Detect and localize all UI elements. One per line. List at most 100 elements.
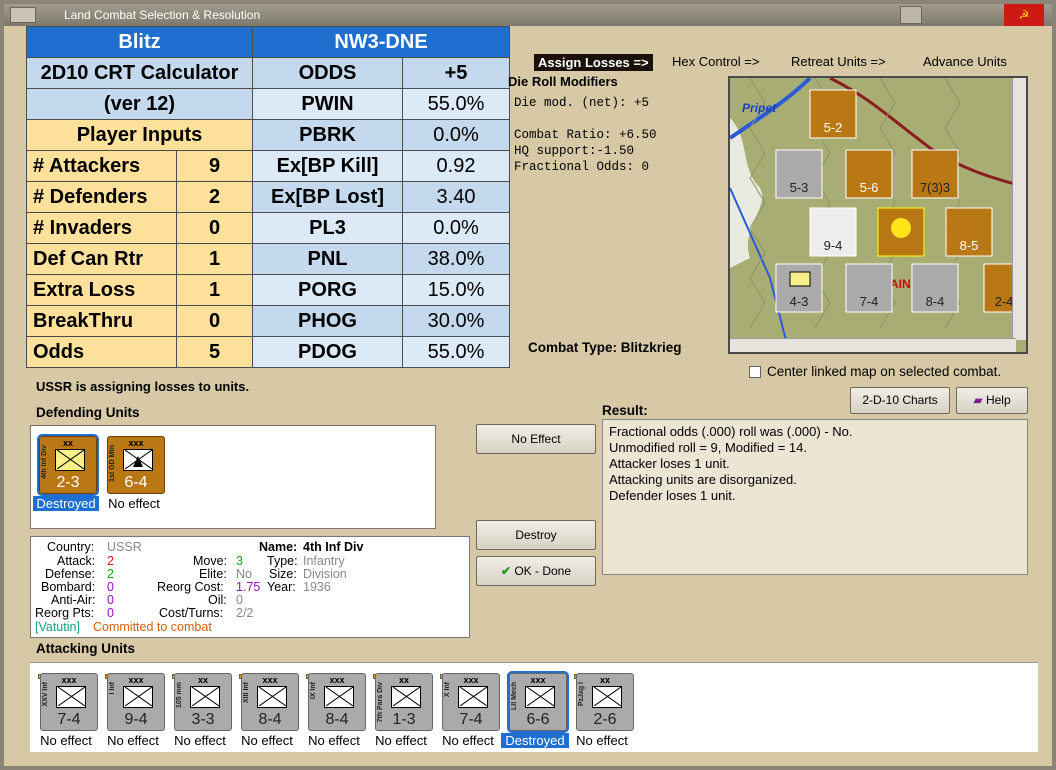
defender-unit-1[interactable]: xxx 1st GD Mtn 6-4 No effect [101,428,165,514]
hex-control-step[interactable]: Hex Control => [672,54,759,69]
info-reorgcost-value: 1.75 [236,580,261,594]
unit-strength: 2-6 [593,711,617,728]
charts-button[interactable]: 2-D-10 Charts [850,387,950,414]
map-unit-733[interactable]: 7(3)3 [911,149,959,199]
unit-counter: xxx X Inf 7-4 [442,673,500,731]
attacking-units-list: xxx XXV Inf 7-4 No effect xxx I Inf 9-4 No effe… [30,662,1038,752]
center-linked-checkbox[interactable] [749,366,761,379]
help-label: Help [985,393,1011,407]
unit-size: xxx [329,675,345,685]
help-button[interactable]: ▰ Help [956,387,1028,414]
map-horizontal-scrollbar[interactable] [730,338,1016,352]
input-value-attackers[interactable]: 9 [176,150,253,182]
map-unit-84[interactable]: 8-4 [911,263,959,313]
unit-status-dots-icon [574,667,588,679]
unit-name: X Inf [444,682,451,698]
unit-strength: 1-3 [392,711,416,728]
attacker-unit-8[interactable]: xx PzJag I 2-6 No effect [570,665,634,751]
info-oil-value: 0 [236,593,243,607]
unit-name: IX Inf [310,682,317,700]
input-value-def-can-rtr[interactable]: 1 [176,243,253,275]
info-antiair-key: Anti-Air: [51,593,96,607]
attacker-unit-5[interactable]: xx 7th Para Div 1-3 No effect [369,665,433,751]
input-value-extra-loss[interactable]: 1 [176,274,253,306]
map-unit-combat[interactable] [877,207,925,257]
map-vertical-scrollbar[interactable] [1012,78,1026,340]
attacker-unit-6[interactable]: xxx X Inf 7-4 No effect [436,665,500,751]
unit-counter: xxx XIII Inf 8-4 [241,673,299,731]
exbplost-value: 3.40 [402,181,510,213]
map-unit-52[interactable]: 5-2 [809,89,857,139]
input-label-extra-loss: Extra Loss [26,274,177,306]
info-year-key: Year: [267,580,296,594]
input-value-defenders[interactable]: 2 [176,181,253,213]
info-bombard-value: 0 [107,580,114,594]
input-label-attackers: # Attackers [26,150,177,182]
svg-text:5-2: 5-2 [824,120,843,135]
linked-minimap[interactable]: Pripet AIN 5-2 5-3 5-6 7(3)3 9-4 8-5 4-3… [728,76,1028,354]
attacker-unit-7[interactable]: xxx LII Mech 6-6 Destroyed [501,665,569,751]
map-unit-43[interactable]: 4-3 [775,263,823,313]
unit-strength: 9-4 [124,711,148,728]
unit-status-dots-icon [373,667,387,679]
system-menu-button[interactable] [10,7,36,23]
crt-inputs-table: # Attackers 9 Ex[BP Kill] 0.92 # Defende… [26,150,510,368]
attacker-unit-2[interactable]: xx 105 mm 3-3 No effect [168,665,232,751]
unit-status: No effect [576,733,628,748]
title-bar: Land Combat Selection & Resolution ☭ [4,4,1052,26]
attacker-unit-1[interactable]: xxx I Inf 9-4 No effect [101,665,165,751]
map-unit-53[interactable]: 5-3 [775,149,823,199]
center-linked-option[interactable]: Center linked map on selected combat. [749,364,1001,379]
porg-value: 15.0% [402,274,510,306]
minimize-button[interactable] [900,6,922,24]
info-antiair-value: 0 [107,593,114,607]
combat-window: Land Combat Selection & Resolution ☭ Bli… [0,0,1056,770]
attacker-unit-4[interactable]: xxx IX Inf 8-4 No effect [302,665,366,751]
unit-size: xxx [128,438,144,448]
map-unit-94[interactable]: 9-4 [809,207,857,257]
input-value-odds[interactable]: 5 [176,336,253,368]
info-cost-key: Cost/Turns: [159,606,224,620]
combat-ratio: Combat Ratio: +6.50 [514,128,657,142]
checkmark-icon: ✔ [500,564,515,578]
unit-strength: 8-4 [325,711,349,728]
calc-title-line1: 2D10 CRT Calculator [26,57,253,89]
result-line: Fractional odds (.000) roll was (.000) -… [609,424,853,439]
svg-text:8-5: 8-5 [960,238,979,253]
defender-unit-0[interactable]: xx 4th Inf Div 2-3 Destroyed [33,428,99,514]
die-roll-header: Die Roll Modifiers [508,74,618,89]
ok-done-button[interactable]: ✔ OK - Done [476,556,596,586]
unit-status-dots-icon [306,667,320,679]
advance-units-step[interactable]: Advance Units [923,54,1007,69]
status-text: USSR is assigning losses to units. [36,379,250,394]
map-unit-74[interactable]: 7-4 [845,263,893,313]
retreat-units-step[interactable]: Retreat Units => [791,54,886,69]
pbrk-label: PBRK [252,119,403,151]
info-name-key: Name: [259,540,298,554]
attacker-unit-3[interactable]: xxx XIII Inf 8-4 No effect [235,665,299,751]
unit-symbol-icon [123,686,153,708]
unit-strength: 6-4 [124,474,148,491]
odds-label: ODDS [252,57,403,89]
assign-losses-step[interactable]: Assign Losses => [534,54,653,71]
info-elite-value: No [236,567,252,581]
unit-counter: xx 105 mm 3-3 [174,673,232,731]
attacker-unit-0[interactable]: xxx XXV Inf 7-4 No effect [34,665,98,751]
infantry-symbol-icon [55,449,85,471]
destroy-button[interactable]: Destroy [476,520,596,550]
no-effect-button[interactable]: No Effect [476,424,596,454]
svg-text:9-4: 9-4 [824,238,843,253]
info-reorg-value: 0 [107,606,114,620]
unit-status-dots-icon [239,667,253,679]
map-unit-85[interactable]: 8-5 [945,207,993,257]
input-value-breakthru[interactable]: 0 [176,305,253,337]
crt-header-left: Blitz [26,26,253,58]
input-value-invaders[interactable]: 0 [176,212,253,244]
unit-size: xx [197,675,208,685]
hex-map: Pripet AIN 5-2 5-3 5-6 7(3)3 9-4 8-5 4-3… [730,78,1026,352]
map-unit-56[interactable]: 5-6 [845,149,893,199]
svg-text:2-4: 2-4 [995,294,1014,309]
unit-size: xx [599,675,610,685]
unit-status: Destroyed [501,733,569,748]
unit-name: PzJag I [578,682,585,707]
